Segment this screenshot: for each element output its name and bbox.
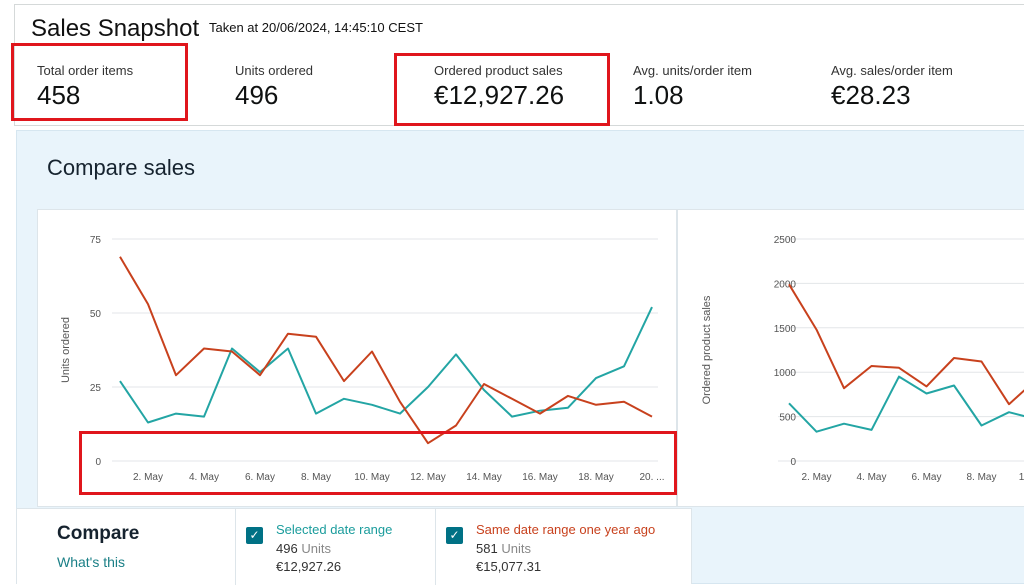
selected-date-range-label: Selected date range: [276, 522, 393, 537]
selected-units-line: 496 Units: [276, 541, 435, 556]
compare-sales-title: Compare sales: [47, 155, 195, 180]
selected-date-range-checkbox[interactable]: ✓: [246, 527, 263, 544]
x-tick-label: 4. May: [856, 472, 886, 483]
ordered-product-sales-chart: 0 500 1000 1500 2000 2500 Ordered product sale…: [677, 209, 1024, 507]
last-year-units-line: 581 Units: [476, 541, 693, 556]
metric-value: €28.23: [831, 80, 911, 110]
metric-label: Avg. sales/order item: [831, 63, 953, 78]
highlight-box-ordered-product-sales: [394, 53, 610, 126]
metric-label: Units ordered: [235, 63, 314, 78]
x-tick-label: 6. May: [911, 472, 941, 483]
last-year-sales-value: €15,077.31: [476, 559, 542, 574]
page-title: Sales Snapshot: [31, 15, 200, 42]
last-year-date-range-checkbox[interactable]: ✓: [446, 527, 463, 544]
y-axis-label: Units ordered: [60, 317, 72, 383]
y-axis-label: Ordered product sales: [701, 295, 713, 404]
metric-avg-units-per-order-item: Avg. units/order item 1.08: [633, 63, 752, 111]
highlight-box-total-order-items: [11, 43, 188, 121]
series-line-selected: [119, 306, 653, 424]
highlight-box-date-axis: [79, 431, 677, 495]
last-year-units-word: Units: [501, 541, 531, 556]
x-tick-label: 10. May: [1019, 472, 1024, 483]
x-tick-label: 2. May: [801, 472, 831, 483]
selected-sales-value: €12,927.26: [276, 559, 342, 574]
x-tick-label: 8. May: [966, 472, 996, 483]
y-tick-label: 1000: [774, 368, 797, 379]
y-tick-label: 1500: [774, 324, 797, 335]
snapshot-timestamp: Taken at 20/06/2024, 14:45:10 CEST: [209, 20, 423, 35]
metric-value: 496: [235, 80, 279, 110]
ordered-product-sales-chart-svg: 0 500 1000 1500 2000 2500 Ordered product sale…: [701, 235, 1024, 483]
metric-label: Avg. units/order item: [633, 63, 752, 78]
y-tick-label: 0: [790, 457, 796, 468]
series-line-last-year: [788, 283, 1024, 406]
metric-avg-sales-per-order-item: Avg. sales/order item €28.23: [831, 63, 953, 111]
metric-units-ordered: Units ordered 496: [235, 63, 313, 111]
last-year-units-value: 581: [476, 541, 498, 556]
last-year-date-range-option: ✓ Same date range one year ago 581 Units…: [435, 509, 693, 585]
y-tick-label: 2500: [774, 235, 797, 246]
compare-label: Compare: [57, 523, 140, 544]
y-tick-label: 75: [90, 235, 102, 246]
selected-units-word: Units: [301, 541, 331, 556]
compare-controls: Compare What's this ✓ Selected date rang…: [16, 508, 693, 585]
whats-this-link[interactable]: What's this: [57, 554, 125, 570]
series-line-selected: [788, 375, 1024, 433]
y-tick-label: 2000: [774, 279, 797, 290]
y-tick-label: 500: [779, 413, 796, 424]
y-tick-label: 25: [90, 383, 102, 394]
selected-date-range-option: ✓ Selected date range 496 Units €12,927.…: [235, 509, 435, 585]
y-tick-label: 50: [90, 309, 102, 320]
selected-units-value: 496: [276, 541, 298, 556]
last-year-date-range-label: Same date range one year ago: [476, 522, 656, 537]
metric-value: 1.08: [633, 80, 684, 110]
